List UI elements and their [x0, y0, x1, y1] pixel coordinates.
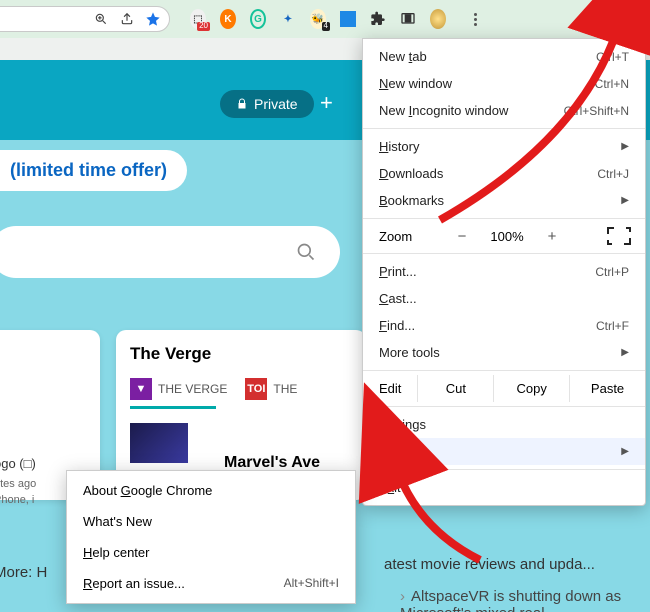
copy-button[interactable]: Copy [493, 375, 569, 402]
snippet-text: AltspaceVR is shutting down as Microsoft… [400, 588, 621, 612]
menu-print[interactable]: Print...Ctrl+P [363, 258, 645, 285]
cut-button[interactable]: Cut [417, 375, 493, 402]
lock-icon [236, 98, 248, 110]
ext-icon-1[interactable]: ⬚20 [190, 11, 206, 27]
verge-logo-icon: ▼ [130, 378, 152, 400]
shortcut: Alt+Shift+I [284, 576, 339, 591]
address-bar[interactable] [0, 6, 170, 32]
ext-icon-k[interactable]: K [220, 11, 236, 27]
menu-bookmarks[interactable]: Bookmarks▶ [363, 187, 645, 214]
browser-toolbar: ⬚20 K G ✦ 🐝4 [0, 0, 650, 38]
menu-help[interactable]: Help▶ [363, 438, 645, 465]
badge: 4 [322, 22, 330, 31]
zoom-in-button[interactable]: + [539, 228, 565, 245]
text-fragment: utes ago [0, 478, 36, 490]
edit-label: Edit [363, 375, 417, 402]
source-label: THE [273, 382, 297, 396]
zoom-label: Zoom [379, 229, 439, 244]
fullscreen-icon[interactable] [607, 227, 631, 245]
submenu-whats-new[interactable]: What's New [67, 506, 355, 537]
separator [363, 469, 645, 470]
source-verge[interactable]: ▼ THE VERGE [130, 378, 227, 400]
device-icon[interactable] [400, 11, 416, 27]
shortcut: Ctrl+F [596, 319, 629, 333]
profile-avatar-icon[interactable] [430, 11, 446, 27]
zoom-out-button[interactable]: − [449, 228, 475, 245]
menu-find[interactable]: Find...Ctrl+F [363, 312, 645, 339]
submenu-arrow-icon: ▶ [621, 195, 629, 206]
paste-button[interactable]: Paste [569, 375, 645, 402]
separator [363, 370, 645, 371]
separator [363, 128, 645, 129]
ext-icon-plus[interactable]: ✦ [280, 11, 296, 27]
private-label: Private [254, 96, 298, 112]
badge: 20 [197, 22, 210, 31]
menu-new-tab[interactable]: New tabCtrl+T [363, 43, 645, 70]
shortcut: Ctrl+J [597, 167, 629, 181]
menu-settings[interactable]: Settings [363, 411, 645, 438]
text-fragment: ogo (□) [0, 456, 36, 471]
snippet[interactable]: atest movie reviews and upda... [384, 556, 595, 573]
separator [363, 253, 645, 254]
chevron-right-icon: › [400, 588, 405, 605]
help-submenu: About Google Chrome What's New Help cent… [66, 470, 356, 604]
shortcut: Ctrl+T [596, 50, 629, 64]
chrome-menu-button[interactable] [464, 8, 486, 30]
submenu-report-issue[interactable]: Report an issue...Alt+Shift+I [67, 568, 355, 599]
bookmark-star-icon[interactable] [145, 11, 161, 27]
toi-logo-icon: TOI [245, 378, 267, 400]
snippet[interactable]: ›AltspaceVR is shutting down as Microsof… [400, 588, 650, 612]
source-label: THE VERGE [158, 382, 227, 396]
menu-cast[interactable]: Cast... [363, 285, 645, 312]
card-title: The Verge [130, 344, 352, 364]
menu-new-window[interactable]: New windowCtrl+N [363, 70, 645, 97]
active-tab-underline [130, 406, 216, 409]
plus-icon[interactable]: + [320, 90, 333, 116]
private-pill[interactable]: Private [220, 90, 314, 118]
zoom-icon[interactable] [93, 11, 109, 27]
menu-incognito[interactable]: New Incognito windowCtrl+Shift+N [363, 97, 645, 124]
more-label[interactable]: More: H [0, 564, 47, 581]
menu-history[interactable]: History▶ [363, 133, 645, 160]
submenu-help-center[interactable]: Help center [67, 537, 355, 568]
ext-icon-g[interactable]: G [250, 11, 266, 27]
menu-zoom-row: Zoom − 100% + [363, 223, 645, 249]
menu-downloads[interactable]: DownloadsCtrl+J [363, 160, 645, 187]
shortcut: Ctrl+N [595, 77, 629, 91]
separator [363, 406, 645, 407]
text-fragment: Phone, i [0, 494, 34, 506]
source-toi[interactable]: TOI THE [245, 378, 297, 400]
shortcut: Ctrl+P [595, 265, 629, 279]
ext-icon-5[interactable]: 🐝4 [310, 11, 326, 27]
zoom-value: 100% [485, 229, 529, 244]
submenu-arrow-icon: ▶ [621, 141, 629, 152]
search-icon [296, 242, 316, 262]
share-icon[interactable] [119, 11, 135, 27]
menu-more-tools[interactable]: More tools▶ [363, 339, 645, 366]
page-search-bar[interactable] [0, 226, 340, 278]
ext-icon-sq[interactable] [340, 11, 356, 27]
menu-exit[interactable]: Exit [363, 474, 645, 501]
offer-pill[interactable]: (limited time offer) [0, 150, 187, 191]
chrome-menu: New tabCtrl+T New windowCtrl+N New Incog… [362, 38, 646, 506]
submenu-arrow-icon: ▶ [621, 347, 629, 358]
menu-edit-row: Edit Cut Copy Paste [363, 375, 645, 402]
submenu-arrow-icon: ▶ [621, 446, 629, 457]
submenu-about-chrome[interactable]: About Google Chrome [67, 475, 355, 506]
separator [363, 218, 645, 219]
extensions-puzzle-icon[interactable] [370, 11, 386, 27]
extensions-row: ⬚20 K G ✦ 🐝4 [190, 8, 486, 30]
shortcut: Ctrl+Shift+N [564, 104, 629, 118]
article-thumb[interactable] [130, 423, 188, 463]
